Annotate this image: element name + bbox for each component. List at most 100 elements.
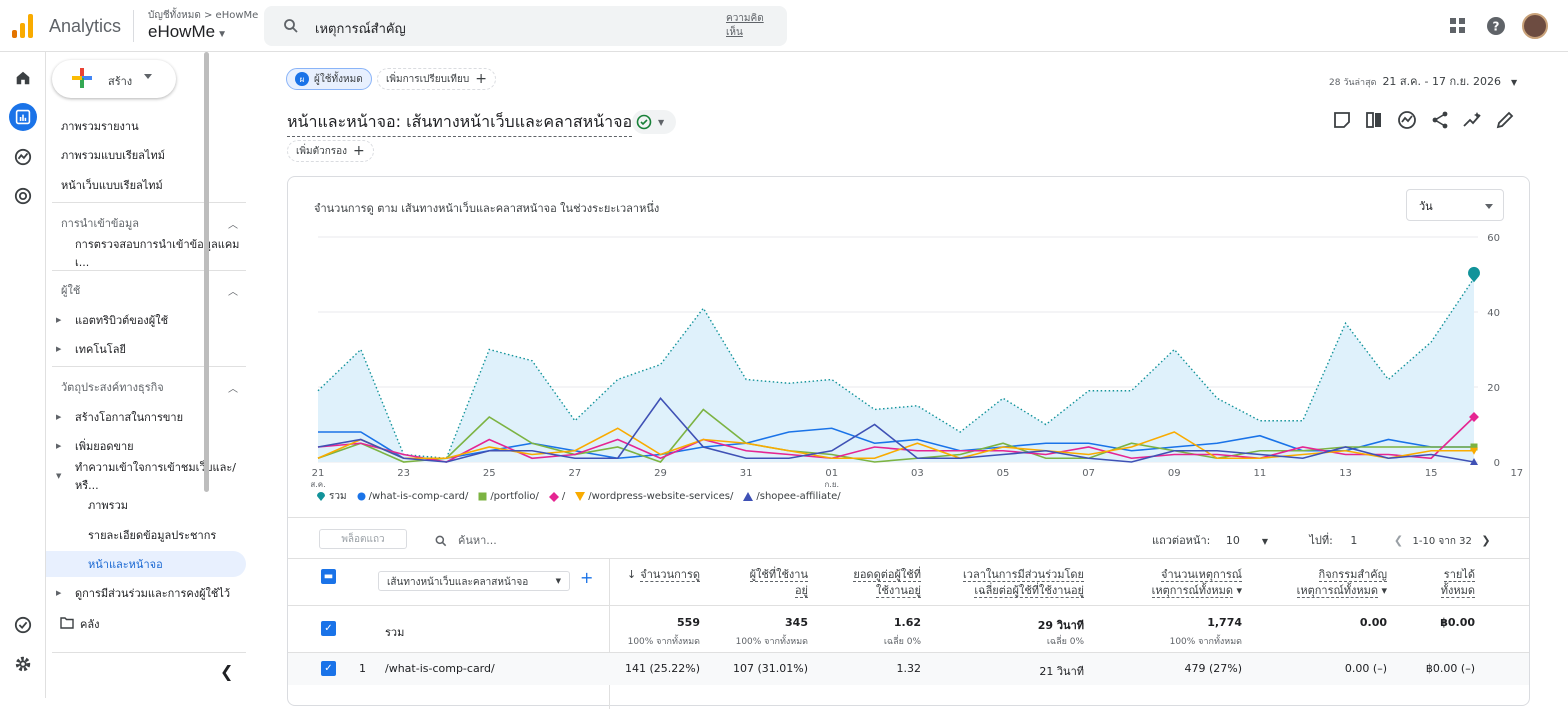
trend-sparkle-icon[interactable] (1462, 110, 1482, 130)
granularity-select[interactable]: วัน (1406, 189, 1504, 221)
legend-item[interactable]: /what-is-comp-card/ (357, 489, 469, 504)
create-button[interactable]: สร้าง (52, 60, 176, 98)
total-row-checkbox[interactable]: ✓ (321, 621, 336, 636)
nav-overview[interactable]: ภาพรวม (46, 492, 246, 518)
chevron-down-icon[interactable]: ▾ (1378, 584, 1387, 597)
column-header[interactable]: รายได้ ทั้งหมด (1440, 567, 1475, 599)
line-chart: 0 20 40 60 21ส.ค. 23 25 27 29 31 01ก.ย. 03 05 07 09 11 1… (310, 233, 1523, 487)
table-toolbar: พล็อตแถว ค้นหา... แถวต่อหน้า: 10 ▼ ไปที่:… (288, 517, 1529, 559)
row-value: 479 (27%) (1184, 662, 1242, 675)
edit-pencil-icon[interactable] (1495, 110, 1515, 130)
status-check-badge[interactable]: ▼ (632, 110, 676, 134)
search-box[interactable]: เหตุการณ์สำคัญ ความคิดเห็น (264, 6, 787, 46)
avatar[interactable] (1522, 13, 1548, 39)
column-header[interactable]: จำนวนเหตุการณ์ เหตุการณ์ทั้งหมด ▾ (1151, 567, 1242, 599)
nav-data-import-check[interactable]: การตรวจสอบการนำเข้าข้อมูลแคมเ... (46, 238, 246, 269)
y-tick-label: 40 (1487, 308, 1500, 319)
nav-tech[interactable]: ▶ เทคโนโลยี (46, 336, 246, 362)
column-header[interactable]: เวลาในการมีส่วนร่วมโดย เฉลี่ยต่อผู้ใช้ที่… (963, 567, 1084, 599)
divider (52, 366, 246, 367)
column-header[interactable]: ยอดดูต่อผู้ใช้ที่ ใช้งานอยู่ (853, 567, 921, 599)
help-icon[interactable]: ? (1486, 16, 1506, 36)
nav-realtime-pages[interactable]: หน้าเว็บแบบเรียลไทม์ (46, 172, 246, 198)
section-user[interactable]: ผู้ใช้ ︿ (46, 277, 246, 303)
column-header-line2: เหตุการณ์ทั้งหมด (1296, 584, 1378, 598)
apps-grid-icon[interactable] (1448, 16, 1468, 36)
row-path[interactable]: /what-is-comp-card/ (385, 662, 495, 675)
column-header-line1: กิจกรรมสำคัญ (1318, 568, 1387, 582)
navigation-rail (0, 52, 46, 698)
share-icon[interactable] (1430, 110, 1450, 130)
add-comparison-button[interactable]: เพิ่มการเปรียบเทียบ + (377, 68, 496, 90)
date-range-picker[interactable]: 28 วันล่าสุด 21 ส.ค. - 17 ก.ย. 2026 ▼ (1329, 72, 1517, 90)
reports-icon[interactable] (9, 103, 37, 131)
collapse-sidebar-icon[interactable]: ❮ (220, 662, 233, 681)
row-index: 1 (359, 662, 366, 675)
column-header[interactable]: ↓ จำนวนการดู (627, 567, 700, 583)
section-data-import[interactable]: การนำเข้าข้อมูล ︿ (46, 210, 246, 236)
goto-input[interactable]: 1 (1350, 534, 1382, 547)
page-title: หน้าและหน้าจอ: เส้นทางหน้าเว็บและคลาสหน้… (287, 110, 633, 137)
column-header[interactable]: ผู้ใช้ที่ใช้งาน อยู่ (749, 567, 808, 599)
divider (52, 652, 246, 653)
y-tick-label: 20 (1487, 383, 1500, 394)
nav-demographics[interactable]: รายละเอียดข้อมูลประชากร (46, 522, 246, 548)
compare-columns-icon[interactable] (1364, 110, 1384, 130)
divider (609, 559, 610, 709)
prev-page-icon[interactable]: ❮ (1394, 534, 1403, 547)
legend-item[interactable]: /shopee-affiliate/ (743, 489, 841, 504)
row-checkbox[interactable]: ✓ (321, 661, 336, 676)
comparison-label: เพิ่มการเปรียบเทียบ (386, 73, 470, 85)
table-search[interactable]: ค้นหา... (434, 531, 497, 549)
annotation-icon[interactable] (1332, 110, 1352, 130)
settings-gear-icon[interactable] (9, 650, 37, 678)
legend-label: /what-is-comp-card/ (368, 491, 469, 502)
nav-label: แอตทริบิวต์ของผู้ใช้ (75, 314, 169, 327)
next-page-icon[interactable]: ❯ (1481, 534, 1490, 547)
feedback-link[interactable]: ความคิดเห็น (726, 12, 766, 40)
x-tick-sublabel: ส.ค. (310, 480, 325, 487)
table-row[interactable]: ✓ 1 /what-is-comp-card/ 141 (25.22%) 107 … (288, 653, 1529, 685)
insights-icon[interactable] (1397, 110, 1417, 130)
expand-triangle-icon: ▶ (56, 589, 62, 597)
nav-realtime-overview[interactable]: ภาพรวมแบบเรียลไทม์ (46, 142, 246, 168)
advertising-icon[interactable] (9, 182, 37, 210)
legend-item[interactable]: / (548, 489, 565, 504)
select-all-checkbox[interactable]: ▬ (321, 569, 336, 584)
nav-engagement-retention[interactable]: ▶ ดูการมีส่วนร่วมและการคงผู้ใช้ไว้ (46, 580, 246, 606)
nav-understand-traffic[interactable]: ▼ ทำความเข้าใจการเข้าชมเว็บและ/หรื... (46, 461, 246, 492)
chevron-down-icon[interactable]: ▾ (1233, 584, 1242, 597)
legend-item[interactable]: /wordpress-website-services/ (575, 489, 733, 504)
nav-pages-and-screens[interactable]: หน้าและหน้าจอ (46, 551, 246, 577)
nav-generate-leads[interactable]: ▶ สร้างโอกาสในการขาย (46, 404, 246, 430)
total-value: 559 (677, 616, 700, 629)
explore-icon[interactable] (9, 143, 37, 171)
segment-chip-all-users[interactable]: ผ ผู้ใช้ทั้งหมด (286, 68, 372, 90)
nav-reports-snapshot[interactable]: ภาพรวมรายงาน (46, 113, 246, 139)
legend-item[interactable]: /portfolio/ (478, 489, 539, 504)
breadcrumb[interactable]: บัญชีทั้งหมด > eHowMe (148, 8, 258, 23)
home-icon[interactable] (9, 64, 37, 92)
search-input[interactable]: เหตุการณ์สำคัญ (315, 18, 406, 39)
nav-user-attributes[interactable]: ▶ แอตทริบิวต์ของผู้ใช้ (46, 307, 246, 333)
x-tick-label: 29 (654, 468, 667, 479)
section-business-objectives[interactable]: วัตถุประสงค์ทางธุรกิจ ︿ (46, 374, 246, 400)
chevron-down-icon (144, 74, 152, 79)
app-name: Analytics (49, 16, 122, 36)
column-header[interactable]: กิจกรรมสำคัญเหตุการณ์ทั้งหมด ▾ (1296, 567, 1387, 599)
plot-rows-button[interactable]: พล็อตแถว (319, 529, 407, 549)
add-dimension-icon[interactable]: + (580, 568, 593, 587)
nav-library[interactable]: คลัง (46, 611, 246, 637)
add-filter-button[interactable]: เพิ่มตัวกรอง + (287, 140, 374, 162)
account-selector[interactable]: eHowMe ▼ (148, 22, 227, 42)
folder-icon (60, 616, 74, 632)
sidebar-scrollbar[interactable] (204, 52, 209, 492)
x-tick-label: 09 (1168, 468, 1181, 479)
admin-check-icon[interactable] (9, 611, 37, 639)
rows-per-page-select[interactable]: 10 ▼ (1226, 534, 1286, 547)
analytics-logo-icon[interactable] (12, 14, 36, 38)
divider (52, 270, 246, 271)
legend-item[interactable]: รวม (316, 489, 347, 504)
nav-drive-sales[interactable]: ▶ เพิ่มยอดขาย (46, 433, 246, 459)
dimension-select[interactable]: เส้นทางหน้าเว็บและคลาสหน้าจอ ▼ (378, 571, 570, 591)
